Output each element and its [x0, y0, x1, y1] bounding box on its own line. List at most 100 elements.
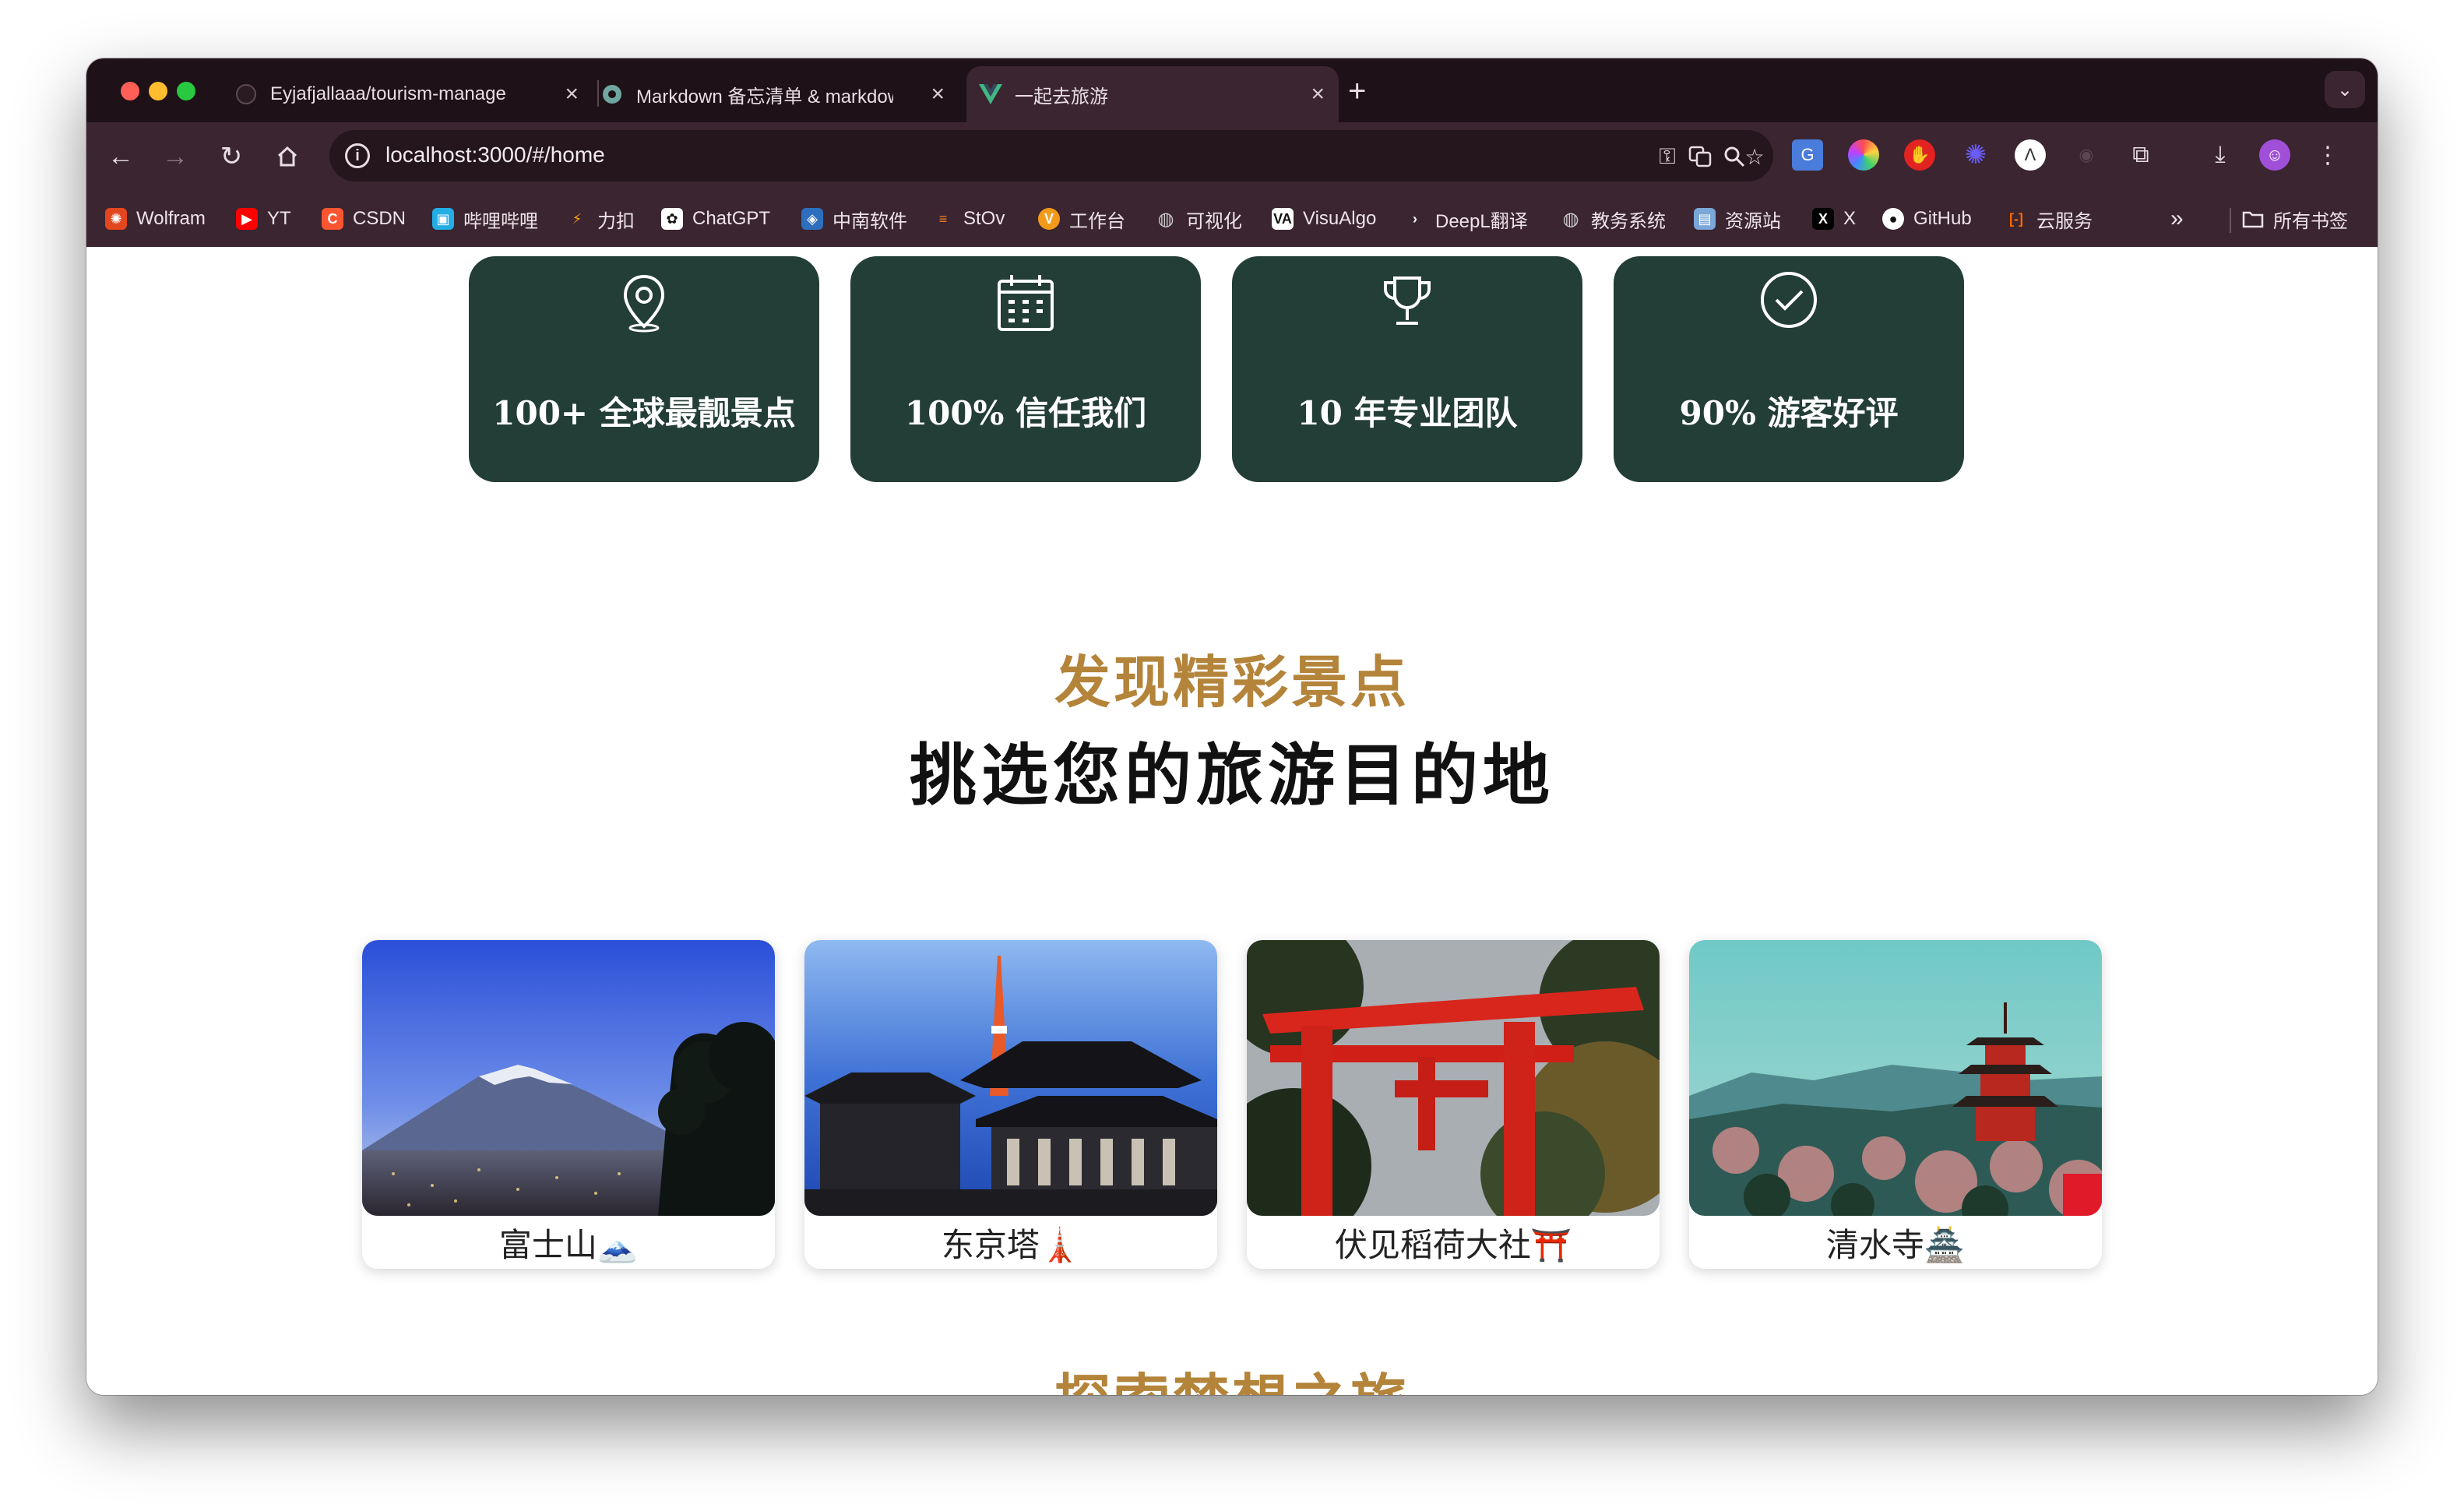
wolfram-icon: ✺ — [105, 208, 127, 230]
tab-github[interactable]: Eyjafjallaaa/tourism-manage × — [234, 66, 593, 122]
bookmark-youtube[interactable]: ▶ YT — [236, 205, 291, 233]
eye-extension-icon[interactable]: ◉ — [2071, 139, 2102, 171]
fuji-image — [362, 940, 775, 1216]
bookmark-csdn[interactable]: C CSDN — [322, 205, 406, 233]
bookmark-label: YT — [267, 208, 291, 229]
destination-name: 伏见稻荷大社⛩️ — [1334, 1226, 1572, 1264]
deepl-icon: › — [1413, 210, 1417, 227]
destination-card-fuji[interactable]: 富士山🗻 — [362, 940, 775, 1269]
bookmark-label: GitHub — [1913, 208, 1972, 229]
fushimi-inari-image — [1247, 940, 1660, 1216]
destination-card-fushimi-inari[interactable]: 伏见稻荷大社⛩️ — [1247, 940, 1660, 1269]
destination-name: 东京塔🗼 — [941, 1226, 1081, 1264]
bookmark-visualize[interactable]: ◍ 可视化 — [1155, 205, 1242, 233]
google-translate-extension-icon[interactable]: G — [1792, 139, 1823, 171]
back-button[interactable]: ← — [104, 139, 138, 174]
reload-button[interactable]: ↻ — [214, 139, 248, 174]
minimize-window-button[interactable] — [149, 82, 167, 100]
bookmark-resources[interactable]: ▤ 资源站 — [1694, 205, 1781, 233]
bookmark-visualgo[interactable]: VA VisuAlgo — [1272, 205, 1376, 233]
bookmark-label: 资源站 — [1725, 210, 1781, 232]
tab-separator — [597, 80, 599, 107]
forward-button[interactable]: → — [158, 139, 192, 174]
stat-card-trust: 100% 信任我们 — [850, 256, 1201, 482]
stat-text: 100% 信任我们 — [904, 394, 1147, 432]
bookmark-workbench[interactable]: V 工作台 — [1038, 205, 1125, 233]
bookmark-academic[interactable]: ◍ 教务系统 — [1560, 205, 1666, 233]
more-menu-icon[interactable]: ⋮ — [2312, 139, 2343, 171]
visualgo-icon: VA — [1272, 208, 1294, 230]
bookmark-label: 工作台 — [1069, 210, 1125, 232]
bookmark-csu[interactable]: ◈ 中南软件 — [801, 205, 907, 233]
stat-card-attractions: 100+ 全球最靓景点 — [469, 256, 819, 482]
reload-icon: ↻ — [220, 142, 243, 171]
bookmark-label: 力扣 — [597, 210, 635, 232]
url-text[interactable]: localhost:3000/#/home — [385, 143, 605, 167]
profile-extension-icon[interactable]: Λ — [2015, 139, 2046, 171]
new-tab-button[interactable]: + — [1348, 76, 1366, 107]
bookmark-wolfram[interactable]: ✺ Wolfram — [105, 205, 206, 233]
bookmark-x[interactable]: XX — [1812, 205, 1856, 233]
address-bar[interactable]: i localhost:3000/#/home ⚿ ☆ — [329, 130, 1773, 181]
extensions-puzzle-icon[interactable]: ⧉ — [2125, 139, 2156, 171]
all-bookmarks-button[interactable]: 所有书签 — [2242, 205, 2348, 233]
avatar[interactable]: ☺ — [2259, 139, 2290, 171]
tab-title: 一起去旅游 — [1015, 86, 1108, 107]
bookmark-label: 中南软件 — [832, 210, 907, 232]
destination-card-tokyo-tower[interactable]: 东京塔🗼 — [804, 940, 1217, 1269]
tab-title: Eyjafjallaaa/tourism-manage — [270, 83, 506, 104]
translate-icon[interactable] — [1686, 143, 1714, 171]
tab-strip: Eyjafjallaaa/tourism-manage × Markdown 备… — [86, 58, 2378, 122]
tab-markdown[interactable]: Markdown 备忘清单 & markdown × — [600, 66, 959, 122]
close-tab-icon[interactable]: × — [931, 83, 945, 106]
bookmark-bilibili[interactable]: ▣ 哔哩哔哩 — [432, 205, 538, 233]
bookmark-leetcode[interactable]: ⚡ 力扣 — [566, 205, 635, 233]
leetcode-icon: ⚡ — [572, 210, 583, 227]
folder-icon — [2242, 208, 2264, 230]
kiyomizu-image — [1689, 940, 2102, 1216]
bookmark-stackoverflow[interactable]: ≡ StOv — [932, 205, 1005, 233]
stackoverflow-icon: ≡ — [938, 210, 948, 227]
close-tab-icon[interactable]: × — [565, 83, 579, 106]
bookmarks-separator — [2230, 208, 2231, 233]
arrow-right-icon: → — [162, 141, 188, 171]
tab-title: Markdown 备忘清单 & markdown — [636, 86, 893, 107]
color-picker-extension-icon[interactable] — [1848, 139, 1879, 171]
globe-icon: ◍ — [1562, 208, 1579, 230]
destinations-title: 挑选您的旅游目的地 — [910, 736, 1554, 815]
tab-search-button[interactable]: ⌄ — [2325, 71, 2365, 108]
bookmark-chatgpt[interactable]: ✿ ChatGPT — [661, 205, 770, 233]
bookmark-label: VisuAlgo — [1303, 208, 1377, 229]
arrow-left-icon: ← — [107, 141, 134, 171]
bookmark-label: StOv — [963, 208, 1005, 229]
bookmark-github[interactable]: ● GitHub — [1882, 205, 1972, 233]
stat-text: 10 年专业团队 — [1297, 394, 1518, 432]
close-tab-icon[interactable]: × — [1311, 83, 1325, 106]
bookmark-label: 云服务 — [2036, 210, 2093, 232]
tab-active-travel[interactable]: 一起去旅游 × — [966, 66, 1339, 122]
github-icon — [234, 83, 258, 106]
bookmark-label: 哔哩哔哩 — [463, 210, 538, 232]
gear-extension-icon[interactable]: ✺ — [1960, 139, 1991, 171]
tokyo-tower-image — [804, 940, 1217, 1216]
site-info-icon[interactable]: i — [345, 143, 370, 168]
browser-toolbar: ← → ↻ i localhost:3000/#/home ⚿ ☆ G ✋ ✺ … — [86, 122, 2378, 191]
password-key-icon[interactable]: ⚿ — [1653, 143, 1681, 171]
adblock-extension-icon[interactable]: ✋ — [1904, 139, 1935, 171]
stat-card-team: 10 年专业团队 — [1232, 256, 1582, 482]
destination-card-kiyomizu[interactable]: 清水寺🏯 — [1689, 940, 2102, 1269]
vue-icon — [979, 83, 1002, 106]
calendar-icon — [998, 275, 1054, 331]
more-bookmarks-button[interactable]: » — [2170, 205, 2184, 233]
downloads-icon[interactable]: ⤓ — [2205, 139, 2236, 171]
close-window-button[interactable] — [121, 82, 139, 100]
bookmark-star-icon[interactable]: ☆ — [1741, 143, 1769, 171]
bookmark-deepl[interactable]: › DeepL翻译 — [1404, 205, 1528, 233]
csdn-icon: C — [322, 208, 343, 230]
home-button[interactable] — [270, 139, 304, 174]
bookmark-label: 可视化 — [1186, 210, 1242, 232]
bilibili-icon: ▣ — [432, 208, 454, 230]
markdown-icon — [600, 83, 624, 106]
bookmark-cloud[interactable]: [-] 云服务 — [2005, 205, 2093, 233]
zoom-window-button[interactable] — [177, 82, 195, 100]
